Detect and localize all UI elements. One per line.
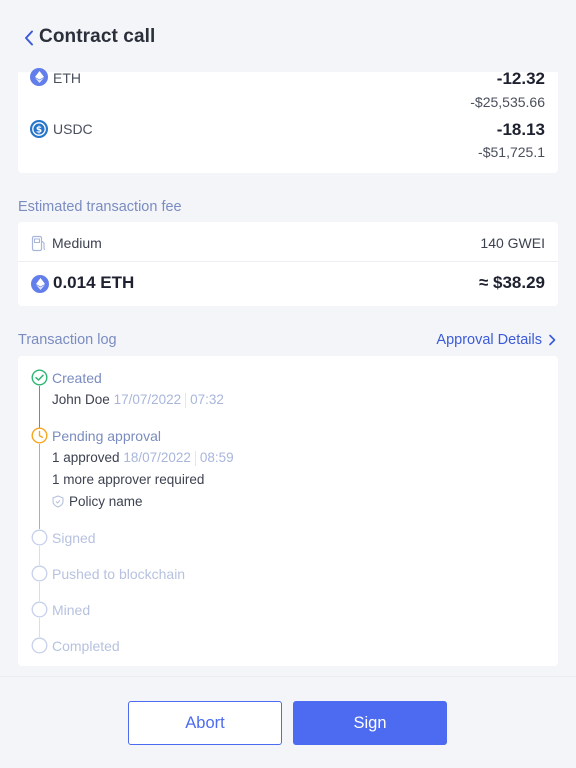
back-button[interactable] xyxy=(18,26,40,50)
check-circle-icon xyxy=(31,369,48,386)
step-created-meta: John Doe 17/07/2022 07:32 xyxy=(52,392,224,408)
asset-symbol: ETH xyxy=(53,70,81,86)
page-title: Contract call xyxy=(39,26,156,47)
chevron-right-icon xyxy=(549,334,556,346)
fee-speed-row[interactable]: Medium 140 GWEI xyxy=(18,222,558,262)
step-pending-label: Pending approval xyxy=(52,428,161,444)
log-section-label: Transaction log xyxy=(18,332,117,348)
step-completed-label: Completed xyxy=(52,638,120,654)
fee-total-row: 0.014 ETH ≈ $38.29 xyxy=(18,262,558,306)
approvers-required: 1 more approver required xyxy=(52,472,205,487)
gas-pump-icon xyxy=(31,235,47,257)
sign-button[interactable]: Sign xyxy=(293,701,447,745)
approved-count: 1 approved xyxy=(52,450,120,465)
approved-time: 08:59 xyxy=(199,450,234,465)
step-pushed-label: Pushed to blockchain xyxy=(52,566,186,582)
eth-icon xyxy=(30,68,48,86)
step-signed-label: Signed xyxy=(52,530,96,546)
step-pending-meta: 1 approved 18/07/2022 08:59 xyxy=(52,450,234,466)
fee-speed: Medium xyxy=(52,235,102,251)
asset-row-usdc: $ USDC -18.13 -$51,725.1 xyxy=(18,118,558,164)
approval-details-label: Approval Details xyxy=(436,332,542,348)
empty-circle-icon xyxy=(31,529,48,546)
header: Contract call xyxy=(0,0,576,72)
step-created-label: Created xyxy=(52,370,102,386)
asset-row-eth: ETH -12.32 -$25,535.66 xyxy=(18,68,558,118)
fee-section-label: Estimated transaction fee xyxy=(18,199,182,215)
usdc-icon: $ xyxy=(30,120,48,138)
assets-card: ETH -12.32 -$25,535.66 $ USDC -18.13 -$5… xyxy=(18,68,558,173)
timeline-connector xyxy=(39,582,40,601)
fee-card: Medium 140 GWEI 0.014 ETH ≈ $38.29 xyxy=(18,222,558,306)
empty-circle-icon xyxy=(31,637,48,654)
timeline-connector xyxy=(39,546,40,565)
fee-fiat: ≈ $38.29 xyxy=(478,273,545,292)
created-time: 07:32 xyxy=(190,392,224,407)
timeline-connector xyxy=(39,444,40,529)
eth-icon xyxy=(31,275,49,293)
asset-amount: -18.13 xyxy=(496,120,545,139)
clock-icon xyxy=(31,427,48,444)
svg-text:$: $ xyxy=(36,125,42,135)
divider xyxy=(194,450,196,466)
shield-icon xyxy=(52,495,64,508)
transaction-log-card: Created John Doe 17/07/2022 07:32 Pending… xyxy=(18,356,558,666)
policy-row: Policy name xyxy=(52,494,143,509)
approval-details-link[interactable]: Approval Details xyxy=(436,332,556,348)
policy-name: Policy name xyxy=(69,494,143,509)
approved-date: 18/07/2022 xyxy=(123,450,191,465)
timeline-connector xyxy=(39,618,40,637)
asset-amount: -12.32 xyxy=(496,69,545,88)
empty-circle-icon xyxy=(31,601,48,618)
fee-amount: 0.014 ETH xyxy=(53,273,135,292)
asset-fiat-value: -$51,725.1 xyxy=(478,144,545,160)
created-by-user: John Doe xyxy=(52,392,110,407)
action-bar: Abort Sign xyxy=(0,676,576,768)
empty-circle-icon xyxy=(31,565,48,582)
chevron-left-icon xyxy=(25,30,33,46)
step-mined-label: Mined xyxy=(52,602,91,618)
asset-fiat-value: -$25,535.66 xyxy=(470,94,545,110)
gas-price: 140 GWEI xyxy=(480,235,545,251)
abort-button[interactable]: Abort xyxy=(128,701,282,745)
divider xyxy=(185,392,187,408)
asset-symbol: USDC xyxy=(53,121,93,137)
created-date: 17/07/2022 xyxy=(113,392,182,407)
